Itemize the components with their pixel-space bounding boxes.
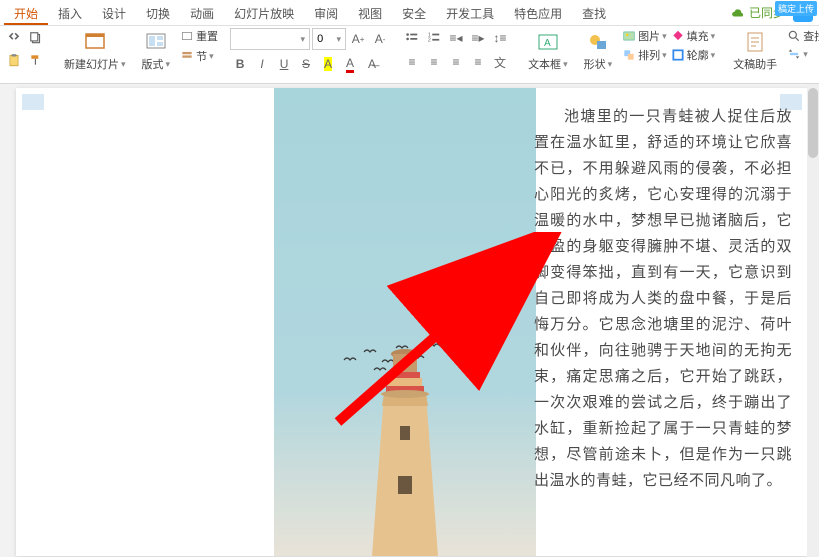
indent-inc-button[interactable]: ≡▸ xyxy=(468,28,488,48)
highlight-button[interactable]: A xyxy=(318,54,338,74)
fill-button[interactable]: 填充▾ xyxy=(671,28,716,44)
layout-button[interactable]: 版式▾ xyxy=(136,28,177,74)
cloud-sync-icon xyxy=(731,6,745,20)
cut-button[interactable] xyxy=(4,28,24,48)
align-center-button[interactable]: ≡ xyxy=(424,52,444,72)
reset-button[interactable]: 重置 xyxy=(180,28,218,44)
bold-button[interactable]: B xyxy=(230,54,250,74)
layout-icon xyxy=(144,30,168,54)
numbering-button[interactable]: 12 xyxy=(424,28,444,48)
replace-button[interactable]: ▾ xyxy=(787,47,819,61)
tab-insert[interactable]: 插入 xyxy=(48,0,92,25)
slide-image[interactable] xyxy=(274,88,536,556)
menu-tabs: 开始 插入 设计 切换 动画 幻灯片放映 审阅 视图 安全 开发工具 特色应用 … xyxy=(0,0,819,26)
shape-icon xyxy=(586,30,610,54)
text-direction-button[interactable]: 文 xyxy=(490,52,510,72)
tab-review[interactable]: 审阅 xyxy=(304,0,348,25)
font-name-combo[interactable]: ▾ xyxy=(230,28,310,50)
helper-icon xyxy=(743,30,767,54)
textbox-button[interactable]: A 文本框▾ xyxy=(522,28,574,74)
indent-dec-button[interactable]: ≡◂ xyxy=(446,28,466,48)
paste-button[interactable] xyxy=(4,50,24,70)
svg-text:A: A xyxy=(544,38,551,49)
vertical-scrollbar[interactable] xyxy=(807,84,819,557)
tab-design[interactable]: 设计 xyxy=(92,0,136,25)
shape-button[interactable]: 形状▾ xyxy=(578,28,619,74)
slide-canvas[interactable]: 池塘里的一只青蛙被人捉住后放置在温水缸里，舒适的环境让它欣喜不已，不用躲避风雨的… xyxy=(0,84,819,557)
tab-slideshow[interactable]: 幻灯片放映 xyxy=(224,0,304,25)
picture-button[interactable]: 图片▾ xyxy=(622,28,667,44)
scrollbar-thumb[interactable] xyxy=(808,88,818,158)
font-size-combo[interactable]: 0▾ xyxy=(312,28,346,50)
tab-animation[interactable]: 动画 xyxy=(180,0,224,25)
line-spacing-button[interactable]: ↕≡ xyxy=(490,28,510,48)
textbox-icon: A xyxy=(536,30,560,54)
clear-format-button[interactable]: A̶ xyxy=(362,54,382,74)
outline-button[interactable]: 轮廓▾ xyxy=(671,47,716,63)
placeholder-handle-tl[interactable] xyxy=(22,94,44,110)
chevron-down-icon: ▾ xyxy=(166,59,171,70)
font-color-button[interactable]: A xyxy=(340,54,360,74)
tab-security[interactable]: 安全 xyxy=(392,0,436,25)
copy-button[interactable] xyxy=(26,28,46,48)
align-justify-button[interactable]: ≡ xyxy=(468,52,488,72)
grow-font-button[interactable]: A+ xyxy=(348,29,368,49)
lighthouse-icon xyxy=(350,336,460,556)
tab-transition[interactable]: 切换 xyxy=(136,0,180,25)
format-painter-button[interactable] xyxy=(26,50,46,70)
strike-button[interactable]: S xyxy=(296,54,316,74)
tab-view[interactable]: 视图 xyxy=(348,0,392,25)
tab-start[interactable]: 开始 xyxy=(4,0,48,25)
story-text[interactable]: 池塘里的一只青蛙被人捉住后放置在温水缸里，舒适的环境让它欣喜不已，不用躲避风雨的… xyxy=(534,104,792,494)
ribbon: 新建幻灯片▾ 版式▾ 重置 节▾ ▾ 0▾ A+ A- B I U S A A … xyxy=(0,26,819,84)
tab-special[interactable]: 特色应用 xyxy=(504,0,572,25)
tab-find[interactable]: 查找 xyxy=(572,0,616,25)
tab-devtools[interactable]: 开发工具 xyxy=(436,0,504,25)
promo-label: 稿定上传 xyxy=(775,1,817,16)
arrange-button[interactable]: 排列▾ xyxy=(622,47,667,63)
slide[interactable]: 池塘里的一只青蛙被人捉住后放置在温水缸里，舒适的环境让它欣喜不已，不用躲避风雨的… xyxy=(16,88,808,556)
new-slide-button[interactable]: 新建幻灯片▾ xyxy=(58,28,132,74)
italic-button[interactable]: I xyxy=(252,54,272,74)
doc-helper-button[interactable]: 文稿助手 xyxy=(727,28,783,74)
section-button[interactable]: 节▾ xyxy=(180,48,218,64)
find-button[interactable]: 查找 xyxy=(787,28,819,44)
align-left-button[interactable]: ≡ xyxy=(402,52,422,72)
bullets-button[interactable] xyxy=(402,28,422,48)
new-slide-icon xyxy=(83,30,107,54)
underline-button[interactable]: U xyxy=(274,54,294,74)
chevron-down-icon: ▾ xyxy=(121,59,126,70)
shrink-font-button[interactable]: A- xyxy=(370,29,390,49)
svg-text:2: 2 xyxy=(428,38,431,44)
align-right-button[interactable]: ≡ xyxy=(446,52,466,72)
